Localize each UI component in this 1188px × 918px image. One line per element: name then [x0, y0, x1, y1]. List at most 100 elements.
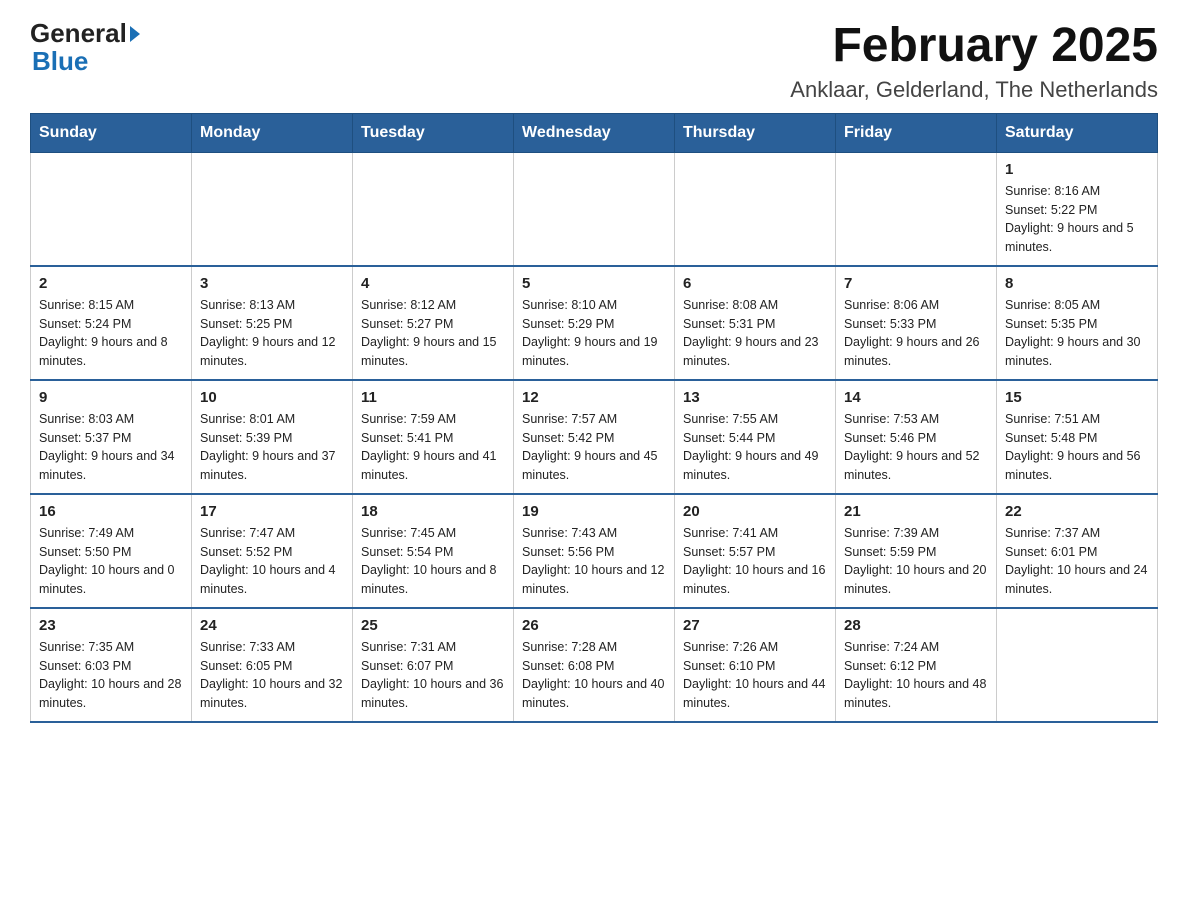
logo-arrow-icon — [130, 26, 140, 42]
day-number: 20 — [683, 503, 827, 520]
calendar-day-cell: 20 Sunrise: 7:41 AMSunset: 5:57 PMDayligh… — [675, 494, 836, 608]
calendar-day-cell — [192, 152, 353, 266]
weekday-header-thursday: Thursday — [675, 113, 836, 152]
day-info: Sunrise: 8:12 AMSunset: 5:27 PMDaylight:… — [361, 296, 505, 371]
calendar-day-cell: 16 Sunrise: 7:49 AMSunset: 5:50 PMDayligh… — [31, 494, 192, 608]
calendar-day-cell — [514, 152, 675, 266]
day-number: 3 — [200, 275, 344, 292]
day-number: 8 — [1005, 275, 1149, 292]
day-info: Sunrise: 8:16 AMSunset: 5:22 PMDaylight:… — [1005, 182, 1149, 257]
calendar-week-row: 9Sunrise: 8:03 AMSunset: 5:37 PMDaylight… — [31, 380, 1158, 494]
calendar-day-cell — [997, 608, 1158, 722]
calendar-day-cell — [353, 152, 514, 266]
weekday-header-tuesday: Tuesday — [353, 113, 514, 152]
day-info: Sunrise: 7:53 AMSunset: 5:46 PMDaylight:… — [844, 410, 988, 485]
calendar-day-cell: 3Sunrise: 8:13 AMSunset: 5:25 PMDaylight… — [192, 266, 353, 380]
day-number: 1 — [1005, 161, 1149, 178]
day-number: 25 — [361, 617, 505, 634]
day-info: Sunrise: 7:49 AMSunset: 5:50 PMDaylight:… — [39, 524, 183, 599]
day-number: 21 — [844, 503, 988, 520]
calendar-day-cell: 2 Sunrise: 8:15 AMSunset: 5:24 PMDaylight… — [31, 266, 192, 380]
day-info: Sunrise: 7:45 AMSunset: 5:54 PMDaylight:… — [361, 524, 505, 599]
day-info: Sunrise: 7:33 AMSunset: 6:05 PMDaylight:… — [200, 638, 344, 713]
calendar-header: SundayMondayTuesdayWednesdayThursdayFrid… — [31, 113, 1158, 152]
calendar-day-cell: 12 Sunrise: 7:57 AMSunset: 5:42 PMDayligh… — [514, 380, 675, 494]
calendar-day-cell: 11Sunrise: 7:59 AMSunset: 5:41 PMDayligh… — [353, 380, 514, 494]
calendar-subtitle: Anklaar, Gelderland, The Netherlands — [790, 77, 1158, 103]
calendar-week-row: 23 Sunrise: 7:35 AMSunset: 6:03 PMDayligh… — [31, 608, 1158, 722]
weekday-header-monday: Monday — [192, 113, 353, 152]
weekday-header-row: SundayMondayTuesdayWednesdayThursdayFrid… — [31, 113, 1158, 152]
day-number: 14 — [844, 389, 988, 406]
calendar-day-cell: 19 Sunrise: 7:43 AMSunset: 5:56 PMDayligh… — [514, 494, 675, 608]
weekday-header-saturday: Saturday — [997, 113, 1158, 152]
day-number: 22 — [1005, 503, 1149, 520]
day-info: Sunrise: 7:28 AMSunset: 6:08 PMDaylight:… — [522, 638, 666, 713]
calendar-day-cell: 23 Sunrise: 7:35 AMSunset: 6:03 PMDayligh… — [31, 608, 192, 722]
weekday-header-wednesday: Wednesday — [514, 113, 675, 152]
calendar-body: 1 Sunrise: 8:16 AMSunset: 5:22 PMDaylight… — [31, 152, 1158, 722]
day-info: Sunrise: 8:06 AMSunset: 5:33 PMDaylight:… — [844, 296, 988, 371]
day-number: 27 — [683, 617, 827, 634]
day-number: 28 — [844, 617, 988, 634]
calendar-week-row: 1 Sunrise: 8:16 AMSunset: 5:22 PMDaylight… — [31, 152, 1158, 266]
calendar-day-cell: 25 Sunrise: 7:31 AMSunset: 6:07 PMDayligh… — [353, 608, 514, 722]
day-info: Sunrise: 7:57 AMSunset: 5:42 PMDaylight:… — [522, 410, 666, 485]
logo-blue-text: Blue — [32, 46, 88, 76]
day-info: Sunrise: 7:35 AMSunset: 6:03 PMDaylight:… — [39, 638, 183, 713]
calendar-day-cell: 22 Sunrise: 7:37 AMSunset: 6:01 PMDayligh… — [997, 494, 1158, 608]
day-info: Sunrise: 7:24 AMSunset: 6:12 PMDaylight:… — [844, 638, 988, 713]
logo: General Blue — [30, 20, 140, 77]
calendar-day-cell: 15 Sunrise: 7:51 AMSunset: 5:48 PMDayligh… — [997, 380, 1158, 494]
calendar-title-block: February 2025 Anklaar, Gelderland, The N… — [790, 20, 1158, 103]
day-info: Sunrise: 8:15 AMSunset: 5:24 PMDaylight:… — [39, 296, 183, 371]
calendar-day-cell: 1 Sunrise: 8:16 AMSunset: 5:22 PMDaylight… — [997, 152, 1158, 266]
day-number: 26 — [522, 617, 666, 634]
calendar-day-cell — [675, 152, 836, 266]
calendar-day-cell: 7Sunrise: 8:06 AMSunset: 5:33 PMDaylight… — [836, 266, 997, 380]
calendar-day-cell: 21Sunrise: 7:39 AMSunset: 5:59 PMDayligh… — [836, 494, 997, 608]
day-info: Sunrise: 7:37 AMSunset: 6:01 PMDaylight:… — [1005, 524, 1149, 599]
day-info: Sunrise: 8:05 AMSunset: 5:35 PMDaylight:… — [1005, 296, 1149, 371]
calendar-day-cell: 13Sunrise: 7:55 AMSunset: 5:44 PMDayligh… — [675, 380, 836, 494]
weekday-header-friday: Friday — [836, 113, 997, 152]
day-number: 19 — [522, 503, 666, 520]
calendar-week-row: 2 Sunrise: 8:15 AMSunset: 5:24 PMDaylight… — [31, 266, 1158, 380]
page-header: General Blue February 2025 Anklaar, Geld… — [30, 20, 1158, 103]
calendar-day-cell: 4 Sunrise: 8:12 AMSunset: 5:27 PMDaylight… — [353, 266, 514, 380]
calendar-day-cell: 9Sunrise: 8:03 AMSunset: 5:37 PMDaylight… — [31, 380, 192, 494]
day-number: 4 — [361, 275, 505, 292]
calendar-day-cell — [31, 152, 192, 266]
day-info: Sunrise: 7:51 AMSunset: 5:48 PMDaylight:… — [1005, 410, 1149, 485]
logo-general-text: General — [30, 20, 127, 46]
day-info: Sunrise: 7:26 AMSunset: 6:10 PMDaylight:… — [683, 638, 827, 713]
calendar-day-cell: 26 Sunrise: 7:28 AMSunset: 6:08 PMDayligh… — [514, 608, 675, 722]
calendar-day-cell: 28 Sunrise: 7:24 AMSunset: 6:12 PMDayligh… — [836, 608, 997, 722]
day-number: 17 — [200, 503, 344, 520]
day-number: 24 — [200, 617, 344, 634]
calendar-day-cell: 5 Sunrise: 8:10 AMSunset: 5:29 PMDaylight… — [514, 266, 675, 380]
calendar-day-cell: 8 Sunrise: 8:05 AMSunset: 5:35 PMDaylight… — [997, 266, 1158, 380]
day-number: 12 — [522, 389, 666, 406]
day-number: 11 — [361, 389, 505, 406]
day-number: 6 — [683, 275, 827, 292]
weekday-header-sunday: Sunday — [31, 113, 192, 152]
calendar-day-cell: 10Sunrise: 8:01 AMSunset: 5:39 PMDayligh… — [192, 380, 353, 494]
calendar-day-cell: 27 Sunrise: 7:26 AMSunset: 6:10 PMDayligh… — [675, 608, 836, 722]
day-info: Sunrise: 7:31 AMSunset: 6:07 PMDaylight:… — [361, 638, 505, 713]
calendar-week-row: 16 Sunrise: 7:49 AMSunset: 5:50 PMDayligh… — [31, 494, 1158, 608]
day-number: 16 — [39, 503, 183, 520]
day-info: Sunrise: 7:43 AMSunset: 5:56 PMDaylight:… — [522, 524, 666, 599]
calendar-day-cell: 14 Sunrise: 7:53 AMSunset: 5:46 PMDayligh… — [836, 380, 997, 494]
day-number: 2 — [39, 275, 183, 292]
calendar-title: February 2025 — [790, 20, 1158, 73]
day-number: 15 — [1005, 389, 1149, 406]
day-number: 18 — [361, 503, 505, 520]
day-info: Sunrise: 7:41 AMSunset: 5:57 PMDaylight:… — [683, 524, 827, 599]
day-number: 5 — [522, 275, 666, 292]
calendar-day-cell: 17 Sunrise: 7:47 AMSunset: 5:52 PMDayligh… — [192, 494, 353, 608]
calendar-table: SundayMondayTuesdayWednesdayThursdayFrid… — [30, 113, 1158, 723]
day-number: 23 — [39, 617, 183, 634]
day-info: Sunrise: 8:10 AMSunset: 5:29 PMDaylight:… — [522, 296, 666, 371]
day-info: Sunrise: 7:47 AMSunset: 5:52 PMDaylight:… — [200, 524, 344, 599]
